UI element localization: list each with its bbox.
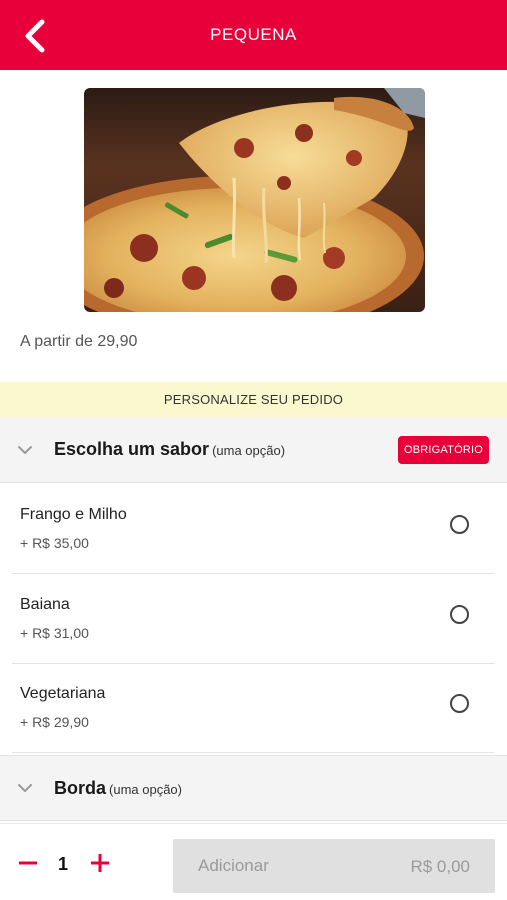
add-to-cart-button[interactable]: Adicionar R$ 0,00 [173, 839, 495, 893]
plus-icon [91, 854, 109, 872]
radio-button[interactable] [450, 515, 469, 534]
minus-icon [19, 861, 37, 865]
add-button-total: R$ 0,00 [410, 857, 470, 876]
section-flavor-header[interactable]: Escolha um sabor (uma opção) OBRIGATÓRIO [0, 417, 507, 483]
section-crust-header[interactable]: Borda (uma opção) [0, 755, 507, 821]
section-subtitle: (uma opção) [109, 781, 182, 797]
page-title: PEQUENA [210, 25, 297, 44]
section-title: Borda (uma opção) [54, 778, 182, 799]
footer-bar: 1 Adicionar R$ 0,00 [0, 823, 507, 900]
radio-button[interactable] [450, 694, 469, 713]
app-header: PEQUENA [0, 0, 507, 70]
quantity-value: 1 [58, 854, 69, 874]
section-title: Escolha um sabor (uma opção) [54, 439, 285, 460]
chevron-left-icon [25, 19, 45, 53]
chevron-down-icon [18, 784, 32, 792]
option-price: + R$ 31,00 [20, 625, 89, 641]
product-image [84, 88, 425, 312]
section-title-text: Escolha um sabor [54, 439, 210, 459]
radio-button[interactable] [450, 605, 469, 624]
option-item[interactable]: Vegetariana + R$ 29,90 [12, 664, 494, 753]
option-price: + R$ 35,00 [20, 535, 89, 551]
decrease-quantity-button[interactable] [18, 853, 38, 873]
option-item[interactable]: Frango e Milho + R$ 35,00 [12, 485, 494, 574]
option-name: Frango e Milho [20, 506, 127, 523]
back-button[interactable] [18, 16, 54, 56]
add-button-label: Adicionar [198, 856, 269, 875]
chevron-down-icon [18, 445, 32, 454]
option-item[interactable]: Baiana + R$ 31,00 [12, 575, 494, 664]
price-from: A partir de 29,90 [20, 333, 138, 350]
increase-quantity-button[interactable] [90, 853, 110, 873]
option-name: Vegetariana [20, 685, 106, 702]
option-price: + R$ 29,90 [20, 714, 89, 730]
required-badge: OBRIGATÓRIO [397, 436, 489, 464]
option-name: Baiana [20, 596, 70, 613]
section-title-text: Borda [54, 777, 107, 798]
customize-banner: PERSONALIZE SEU PEDIDO [0, 382, 507, 417]
section-subtitle: (uma opção) [212, 443, 286, 458]
